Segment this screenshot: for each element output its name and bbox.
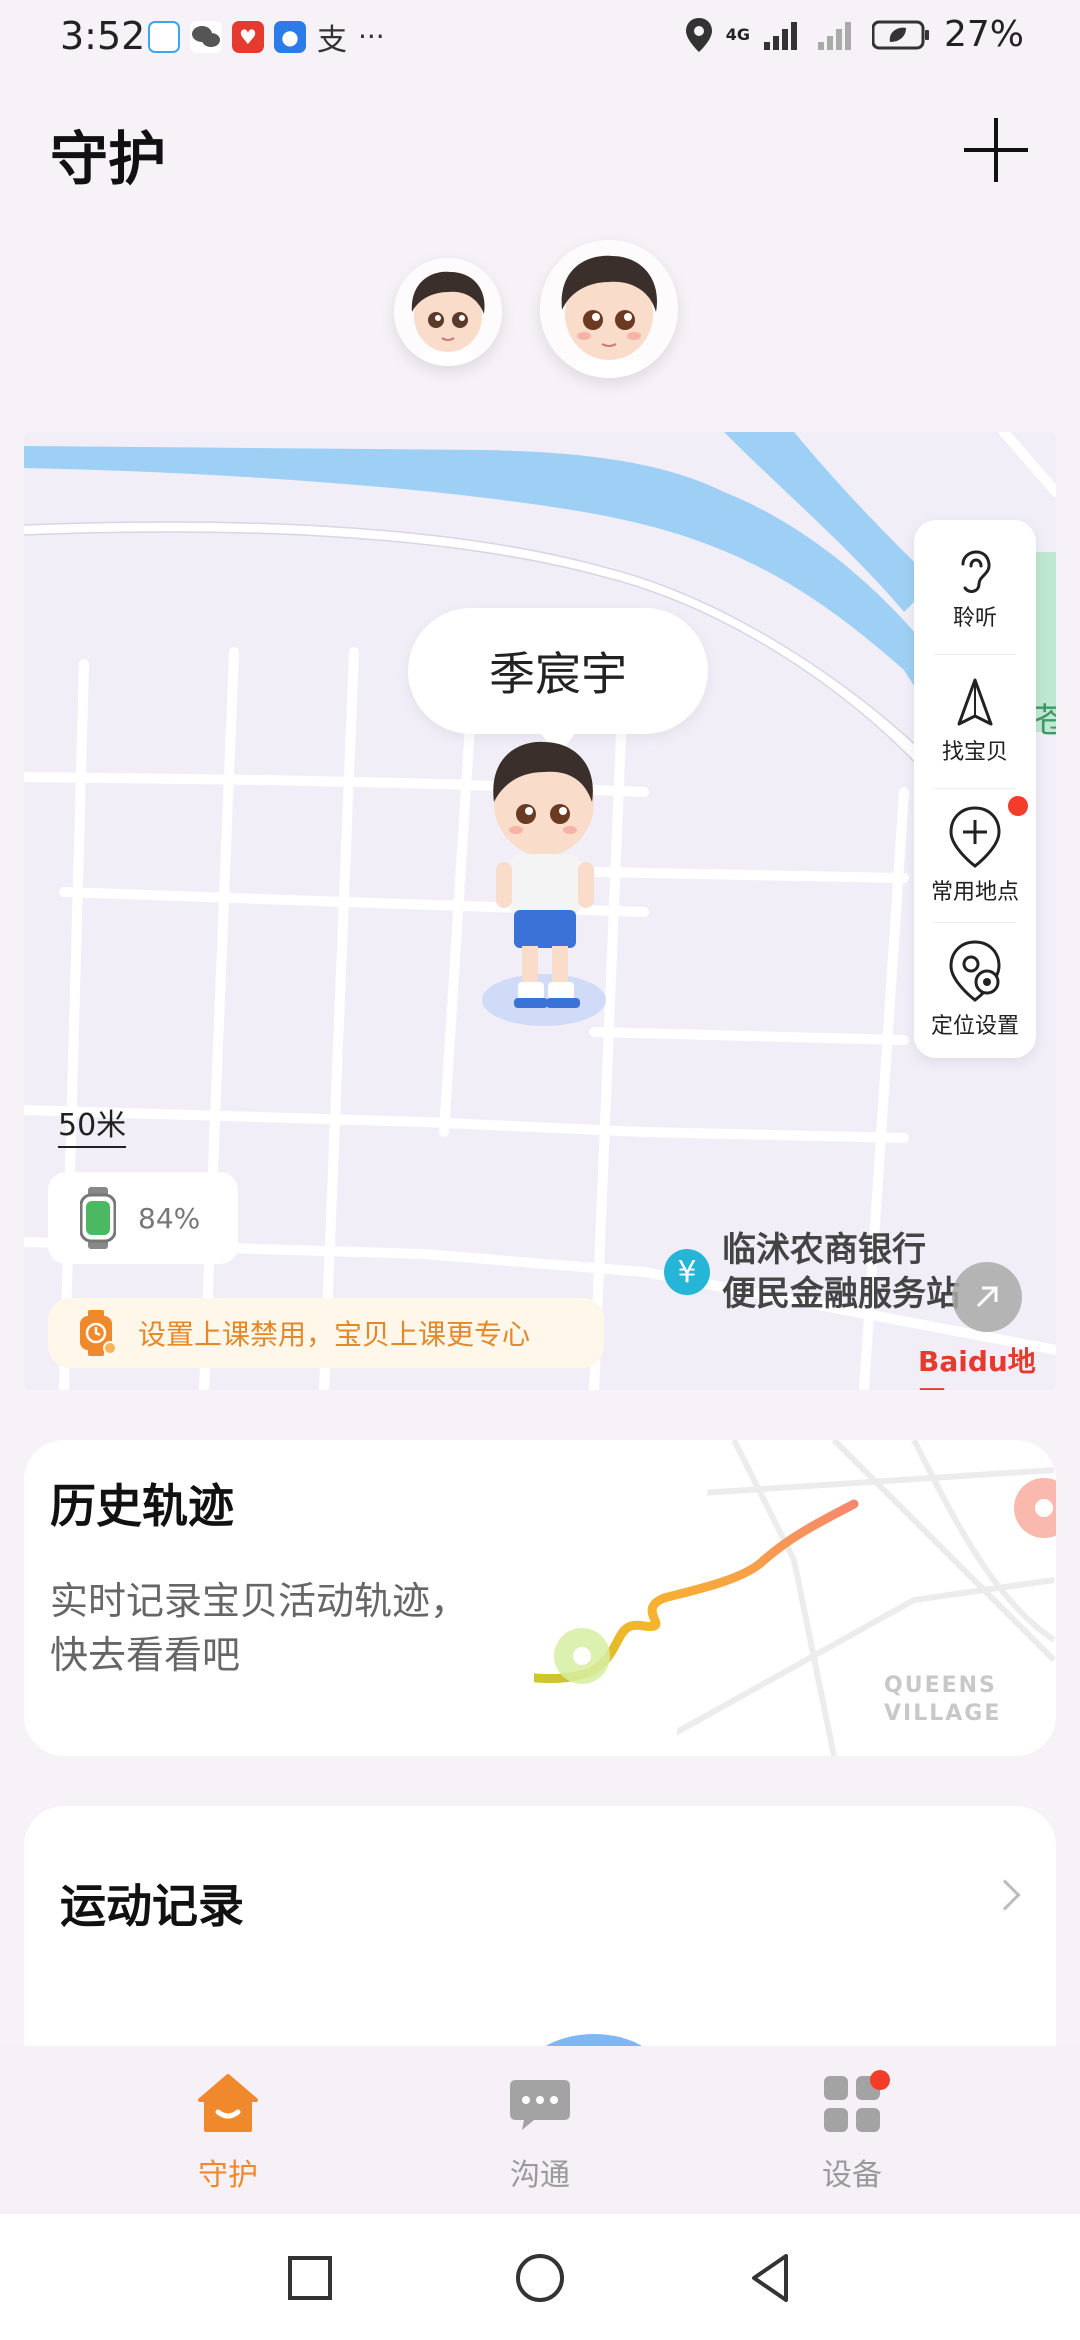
nav-guard-label: 守护 <box>198 2158 258 2193</box>
history-title: 历史轨迹 <box>50 1479 234 1533</box>
notification-dot <box>1008 796 1028 816</box>
nav-device-label: 设备 <box>822 2158 882 2193</box>
frequent-places-label: 常用地点 <box>930 880 1019 905</box>
watch-battery-percent: 84% <box>138 1201 201 1235</box>
app-screen: 3:52 ♥ ● 支 ··· 4G 27% 守护 苍 季宸宇 聆听 找宝贝 常用… <box>0 0 1080 2340</box>
recent-apps-button[interactable] <box>280 2248 340 2308</box>
location-settings-label: 定位设置 <box>930 1014 1019 1039</box>
shopping-app-icon: ♥ <box>232 20 264 53</box>
status-right: 4G 27% <box>685 14 1024 55</box>
ear-icon <box>961 550 991 593</box>
history-description: 实时记录宝贝活动轨迹，快去看看吧 <box>50 1579 469 1677</box>
class-mode-tip-text: 设置上课禁用，宝贝上课更专心 <box>138 1318 531 1351</box>
map-area-label-line1: QUEENS <box>884 1673 997 1698</box>
find-child-button[interactable]: 找宝贝 <box>914 654 1036 788</box>
more-notifications-icon: ··· <box>358 20 385 53</box>
location-settings-icon <box>949 940 1001 1002</box>
start-point-icon <box>554 1628 610 1684</box>
system-navigation-bar <box>0 2214 1080 2340</box>
wechat-icon <box>190 20 222 53</box>
poi-name-line2: 便民金融服务站 <box>722 1274 960 1314</box>
signal-2-icon <box>817 21 851 50</box>
location-icon <box>685 17 712 52</box>
svg-text:苍: 苍 <box>1034 701 1056 741</box>
nav-chat-label: 沟通 <box>510 2158 570 2193</box>
nav-guard[interactable]: 守护 <box>128 2046 328 2214</box>
nav-device[interactable]: 设备 <box>752 2046 952 2214</box>
signal-icon <box>763 21 797 50</box>
nav-chat[interactable]: 沟通 <box>440 2046 640 2214</box>
device-notification-dot <box>870 2070 890 2090</box>
home-button[interactable] <box>510 2248 570 2308</box>
baidu-map-logo: Baidu地图 <box>918 1345 1036 1390</box>
child-avatar-1[interactable] <box>394 258 502 366</box>
child-figure[interactable] <box>474 732 634 1022</box>
add-location-icon <box>949 806 1001 868</box>
map-poi[interactable]: ¥ 临沭农商银行 便民金融服务站 <box>664 1228 960 1316</box>
map-area-label-line2: VILLAGE <box>884 1701 1002 1726</box>
watch-battery-chip: 84% <box>48 1172 238 1264</box>
watch-clock-icon <box>80 1310 116 1356</box>
battery-icon <box>871 20 929 49</box>
notification-icons: ♥ ● 支 ··· <box>148 20 385 58</box>
child-name-bubble: 季宸宇 <box>408 608 708 756</box>
add-device-button[interactable] <box>964 118 1028 182</box>
poi-name-line1: 临沭农商银行 <box>722 1230 926 1270</box>
listen-label: 聆听 <box>952 606 997 631</box>
expand-map-button[interactable] <box>952 1262 1022 1332</box>
back-button[interactable] <box>740 2248 800 2308</box>
map-action-panel: 聆听 找宝贝 常用地点 定位设置 <box>914 520 1036 1058</box>
map-area-label: QUEENS VILLAGE <box>884 1672 1001 1728</box>
assistant-app-icon: ● <box>274 20 306 53</box>
chevron-right-icon <box>989 1879 1021 1911</box>
history-track-card[interactable]: 历史轨迹 实时记录宝贝活动轨迹，快去看看吧 QUEENS VILLAGE <box>24 1440 1056 1756</box>
listen-button[interactable]: 聆听 <box>914 520 1036 654</box>
location-settings-button[interactable]: 定位设置 <box>914 922 1036 1056</box>
bottom-navigation: 守护 沟通 设备 <box>0 2046 1080 2214</box>
bank-icon: ¥ <box>664 1249 710 1295</box>
class-mode-tip[interactable]: 设置上课禁用，宝贝上课更专心 <box>48 1298 604 1368</box>
watch-icon <box>80 1187 116 1249</box>
child-avatar-2-selected[interactable] <box>540 240 678 378</box>
battery-percent: 27% <box>943 14 1024 55</box>
page-title: 守护 <box>50 125 167 193</box>
home-icon <box>198 2074 258 2132</box>
status-time: 3:52 <box>60 14 146 58</box>
alipay-icon: 支 <box>317 22 347 58</box>
find-child-label: 找宝贝 <box>941 740 1008 765</box>
sport-title: 运动记录 <box>60 1879 244 1933</box>
navigation-arrow-icon <box>957 678 993 726</box>
network-type: 4G <box>725 24 750 44</box>
status-bar: 3:52 ♥ ● 支 ··· 4G 27% <box>0 0 1080 80</box>
expand-icon <box>976 1286 998 1308</box>
map-scale: 50米 <box>58 1100 127 1148</box>
chat-icon <box>510 2080 570 2130</box>
location-map[interactable]: 苍 季宸宇 聆听 找宝贝 常用地点 定位设置 50米 84% ¥ 临沭农商银行 … <box>24 432 1056 1390</box>
message-app-icon <box>148 20 180 53</box>
